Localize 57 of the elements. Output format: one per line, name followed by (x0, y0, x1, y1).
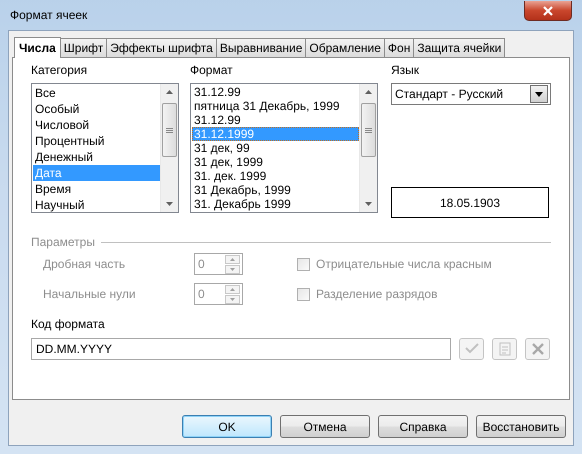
close-icon (542, 6, 554, 16)
list-item[interactable]: Научный (33, 197, 160, 212)
spin-down-icon[interactable] (225, 294, 240, 304)
tab[interactable]: Шрифт (60, 38, 108, 57)
format-label: Формат (190, 63, 234, 78)
format-code-check-button[interactable] (459, 338, 484, 360)
scrollbar[interactable] (359, 84, 377, 212)
scrollbar-thumb[interactable] (162, 103, 177, 157)
dropdown-arrow-icon (535, 92, 543, 96)
tab[interactable]: Выравнивание (216, 38, 306, 57)
category-label: Категория (31, 63, 88, 78)
parameters-heading: Параметры (31, 235, 95, 249)
spin-down-icon[interactable] (225, 264, 240, 274)
spin-up-icon[interactable] (225, 254, 240, 264)
clipboard-icon (496, 341, 512, 357)
list-item[interactable]: пятница 31 Декабрь, 1999 (192, 99, 359, 113)
close-button[interactable] (524, 1, 572, 21)
list-item[interactable]: Время (33, 181, 160, 197)
window-title: Формат ячеек (9, 8, 88, 22)
dialog-button[interactable]: OK (182, 415, 272, 438)
spinner-label: Дробная часть (43, 257, 126, 271)
format-code-clipboard-button[interactable] (492, 338, 517, 360)
language-label: Язык (391, 63, 420, 78)
language-dropdown[interactable]: Стандарт - Русский (391, 83, 551, 105)
list-item[interactable]: 31 дек, 1999 (192, 155, 359, 169)
list-item[interactable]: Все (33, 85, 160, 101)
tab[interactable]: Защита ячейки (413, 38, 506, 57)
list-item[interactable]: Числовой (33, 117, 160, 133)
list-item[interactable]: 31 Декабрь, 1999 (192, 183, 359, 197)
checkbox-label: Разделение разрядов (316, 287, 438, 301)
category-list[interactable]: Все Особый Числовой Процентный Денежный Дата Время Научный (31, 83, 179, 213)
format-code-label: Код формата (31, 317, 106, 332)
tab[interactable]: Фон (384, 38, 414, 57)
dialog-button[interactable]: Справка (378, 415, 468, 438)
tab[interactable]: Обрамление (305, 38, 385, 57)
tab[interactable]: Числа (14, 37, 61, 58)
list-item[interactable]: 31. дек. 1999 (192, 169, 359, 183)
tab[interactable]: Эффекты шрифта (106, 38, 217, 57)
dialog-button[interactable]: Восстановить (476, 415, 566, 438)
dialog-button[interactable]: Отмена (280, 415, 370, 438)
format-code-field[interactable]: DD.MM.YYYY (31, 338, 451, 360)
list-item[interactable]: 31. Декабрь 1999 (192, 197, 359, 211)
spinner-label: Начальные нули (43, 287, 137, 301)
list-item[interactable]: 31.12.99 (192, 85, 359, 99)
list-item[interactable]: 31.12.99 (192, 113, 359, 127)
checkbox-label: Отрицательные числа красным (316, 257, 492, 271)
list-item[interactable]: 31 дек, 99 (192, 141, 359, 155)
scrollbar-thumb[interactable] (361, 103, 376, 157)
format-list[interactable]: 31.12.99 пятница 31 Декабрь, 1999 31.12.99 31.12.1999 31 дек, 99 31 дек, 1999 31. дек. 1999 31 Декабрь, 1999 31. Декабрь 1999 (190, 83, 378, 213)
scrollbar[interactable] (160, 84, 178, 212)
delete-icon (530, 341, 546, 357)
format-preview: 18.05.1903 (391, 187, 549, 218)
list-item[interactable]: Особый (33, 101, 160, 117)
spin-up-icon[interactable] (225, 284, 240, 294)
list-item[interactable]: Денежный (33, 149, 160, 165)
format-code-delete-button[interactable] (525, 338, 550, 360)
list-item[interactable]: Процентный (33, 133, 160, 149)
